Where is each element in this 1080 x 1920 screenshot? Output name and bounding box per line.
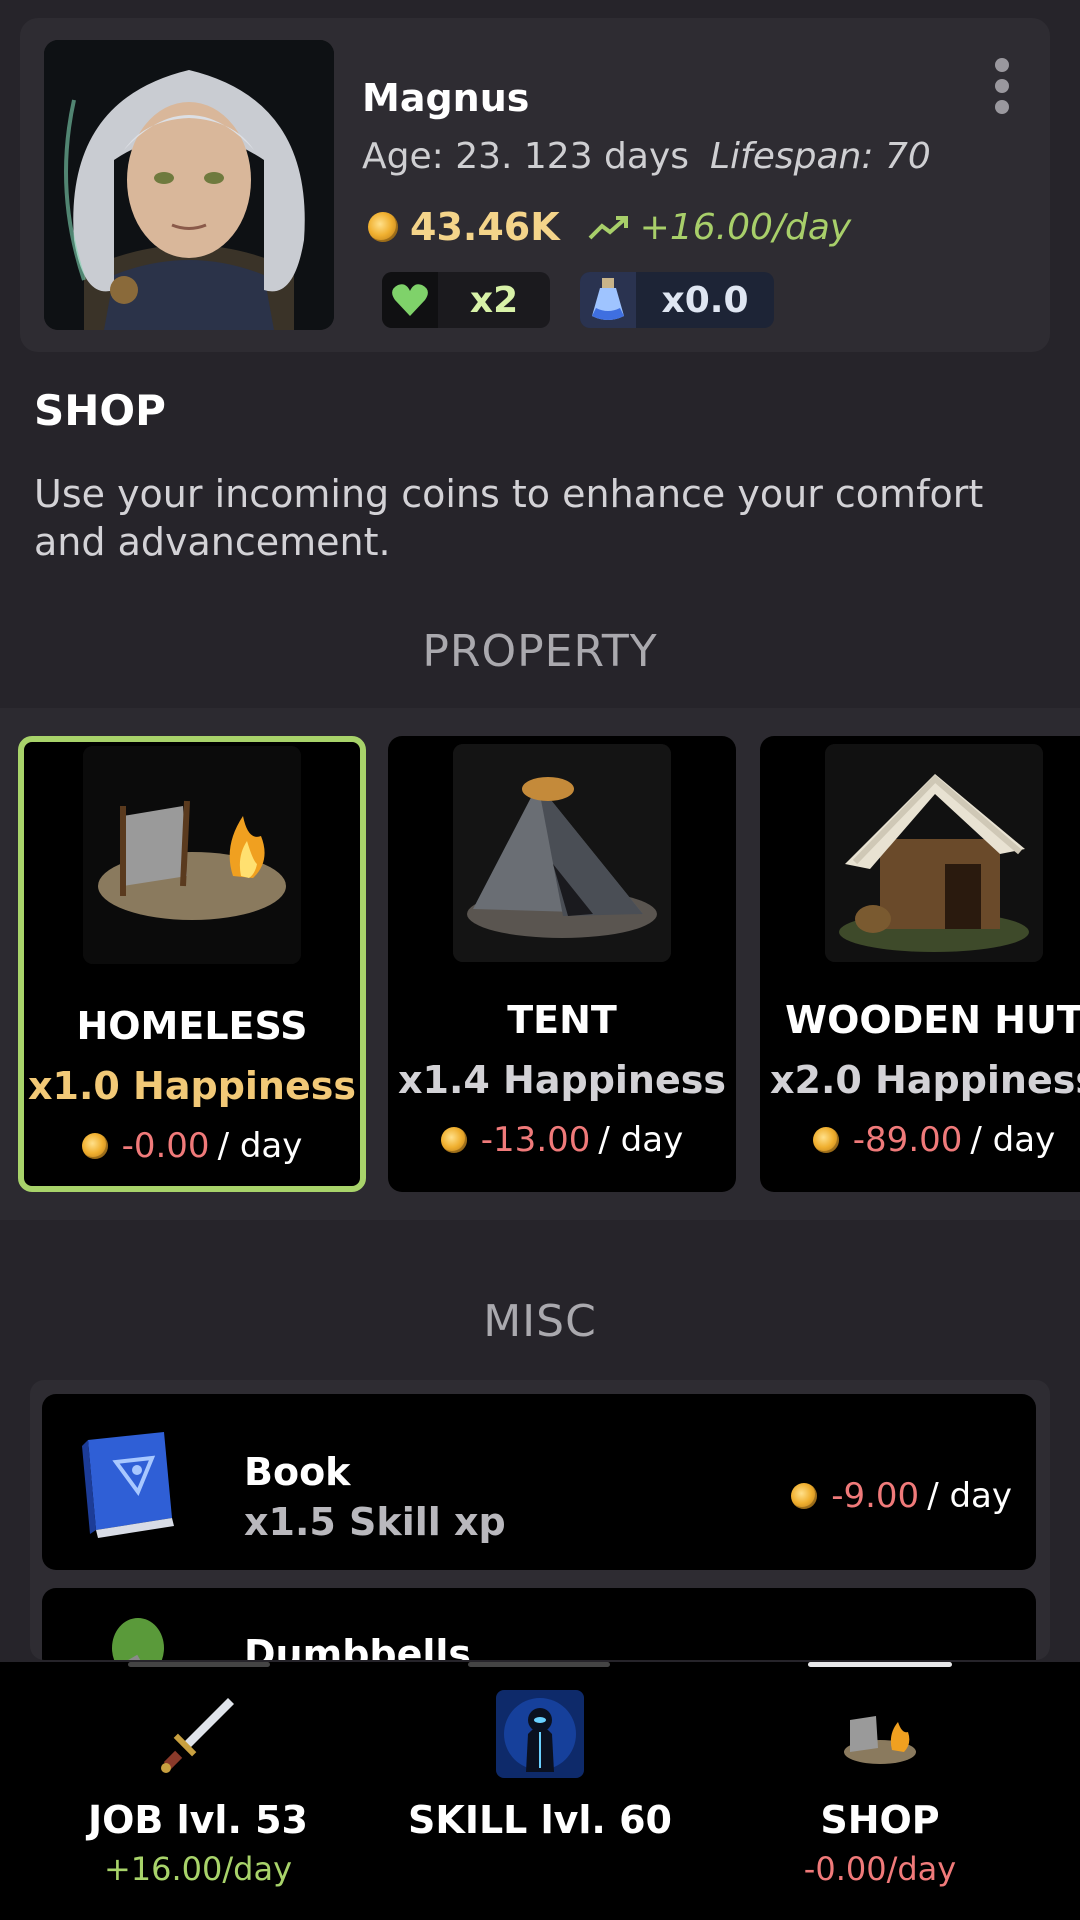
- heart-icon: [382, 272, 438, 328]
- tab-skill-label: SKILL lvl. 60: [408, 1798, 672, 1842]
- tab-indicator-job: [128, 1662, 270, 1667]
- character-card: Magnus Age: 23. 123 days Lifespan: 70 43…: [20, 18, 1050, 352]
- coin-icon: [440, 1127, 467, 1153]
- character-lifespan: Lifespan: 70: [710, 136, 931, 177]
- tent-icon: [453, 744, 671, 962]
- property-cost: -13.00 / day: [388, 1120, 736, 1160]
- sword-icon: [161, 1698, 234, 1773]
- trend-up-icon: [588, 216, 628, 240]
- potion-icon: [580, 272, 636, 328]
- hut-icon: [825, 744, 1043, 962]
- shop-campfire-icon: [844, 1716, 916, 1764]
- bottom-navigation: JOB lvl. 53 +16.00/day SKILL lvl. 60 SHO…: [0, 1662, 1080, 1920]
- tab-shop-expense: -0.00/day: [803, 1850, 957, 1888]
- happiness-badge: x2: [382, 272, 550, 328]
- misc-item-name: Book: [244, 1450, 351, 1494]
- book-icon: [82, 1432, 174, 1538]
- property-card-wooden-hut[interactable]: WOODEN HUT x2.0 Happiness -89.00 / day: [760, 736, 1080, 1192]
- character-age: Age: 23. 123 days: [362, 136, 690, 177]
- avatar: [44, 40, 334, 330]
- property-carousel[interactable]: HOMELESS x1.0 Happiness -0.00 / day TENT…: [0, 708, 1080, 1220]
- more-vertical-icon[interactable]: [990, 58, 1014, 118]
- misc-list: Book x1.5 Skill xp -9.00 / day Dumbbells: [30, 1380, 1050, 1660]
- misc-item-dumbbells[interactable]: Dumbbells: [42, 1588, 1036, 1660]
- potion-multiplier: x0.0: [661, 279, 749, 321]
- property-happiness: x1.4 Happiness: [398, 1058, 726, 1102]
- daily-income: +16.00/day: [639, 206, 852, 248]
- potion-badge: x0.0: [580, 272, 774, 328]
- tab-skill[interactable]: SKILL lvl. 60: [360, 1690, 720, 1910]
- tab-job-income: +16.00/day: [103, 1850, 293, 1888]
- misc-item-effect: x1.5 Skill xp: [244, 1500, 506, 1544]
- property-cost: -0.00 / day: [24, 1126, 360, 1166]
- tab-shop-label: SHOP: [820, 1798, 940, 1842]
- coins-row: 43.46K +16.00/day: [368, 204, 851, 250]
- property-card-homeless[interactable]: HOMELESS x1.0 Happiness -0.00 / day: [18, 736, 366, 1192]
- tab-job-label: JOB lvl. 53: [87, 1798, 308, 1842]
- avatar-portrait: [44, 40, 334, 330]
- coin-icon: [81, 1133, 108, 1159]
- coin-icon: [791, 1483, 818, 1509]
- section-title-property: PROPERTY: [422, 626, 658, 677]
- property-cost: -89.00 / day: [760, 1120, 1080, 1160]
- coin-icon: [368, 212, 398, 242]
- section-title-misc: MISC: [483, 1296, 597, 1347]
- property-card-tent[interactable]: TENT x1.4 Happiness -13.00 / day: [388, 736, 736, 1192]
- property-name: HOMELESS: [76, 1004, 308, 1048]
- page-title: SHOP: [34, 386, 166, 435]
- misc-item-book[interactable]: Book x1.5 Skill xp -9.00 / day: [42, 1394, 1036, 1570]
- tab-shop[interactable]: SHOP -0.00/day: [700, 1690, 1060, 1910]
- misc-item-cost: -9.00 / day: [791, 1476, 1012, 1516]
- tab-indicator-shop: [808, 1662, 952, 1667]
- tab-indicator-skill: [468, 1662, 610, 1667]
- coin-icon: [812, 1127, 839, 1153]
- property-happiness: x2.0 Happiness: [770, 1058, 1080, 1102]
- coins-balance: 43.46K: [410, 205, 560, 249]
- tab-job[interactable]: JOB lvl. 53 +16.00/day: [18, 1690, 378, 1910]
- misc-item-name: Dumbbells: [244, 1632, 472, 1660]
- dumbbell-icon: [88, 1618, 164, 1660]
- property-name: TENT: [507, 998, 617, 1042]
- campfire-icon: [83, 746, 301, 964]
- shop-description: Use your incoming coins to enhance your …: [34, 472, 984, 564]
- property-happiness: x1.0 Happiness: [28, 1064, 356, 1108]
- character-name: Magnus: [362, 76, 530, 120]
- happiness-multiplier: x2: [469, 279, 519, 321]
- property-name: WOODEN HUT: [785, 998, 1080, 1042]
- mind-icon: [496, 1690, 584, 1778]
